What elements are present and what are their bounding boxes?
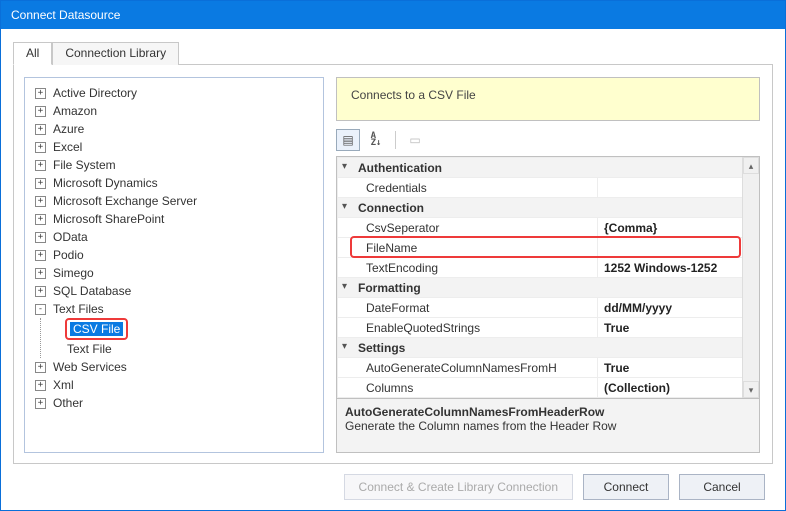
provider-description: Connects to a CSV File xyxy=(336,77,760,121)
connect-create-library-button: Connect & Create Library Connection xyxy=(344,474,573,500)
property-description-header: AutoGenerateColumnNamesFromHeaderRow xyxy=(345,405,751,419)
tree-item-text-files[interactable]: -Text Files xyxy=(35,300,321,318)
scroll-up-icon[interactable]: ▴ xyxy=(743,157,759,174)
cancel-button[interactable]: Cancel xyxy=(679,474,765,500)
plus-icon[interactable]: + xyxy=(35,142,46,153)
tabs-bar: All Connection Library xyxy=(13,41,773,65)
az-sort-icon: AZ↓ xyxy=(371,133,382,147)
datasource-tree[interactable]: +Active Directory +Amazon +Azure +Excel … xyxy=(24,77,324,453)
tree-item-microsoft-dynamics[interactable]: +Microsoft Dynamics xyxy=(35,174,321,192)
tree-item-microsoft-sharepoint[interactable]: +Microsoft SharePoint xyxy=(35,210,321,228)
property-description-body: Generate the Column names from the Heade… xyxy=(345,419,751,433)
plus-icon[interactable]: + xyxy=(35,178,46,189)
tree-item-sql-database[interactable]: +SQL Database xyxy=(35,282,321,300)
tree-item-podio[interactable]: +Podio xyxy=(35,246,321,264)
plus-icon[interactable]: + xyxy=(35,88,46,99)
plus-icon[interactable]: + xyxy=(35,196,46,207)
scroll-down-icon[interactable]: ▾ xyxy=(743,381,759,398)
vertical-scrollbar[interactable]: ▴ ▾ xyxy=(742,157,759,398)
property-description-box: AutoGenerateColumnNamesFromHeaderRow Gen… xyxy=(337,398,759,452)
property-pages-icon: ▭ xyxy=(409,133,420,147)
tree-item-microsoft-exchange-server[interactable]: +Microsoft Exchange Server xyxy=(35,192,321,210)
prop-auto-generate-column-names-value[interactable]: True xyxy=(598,358,759,378)
plus-icon[interactable]: + xyxy=(35,250,46,261)
tree-item-simego[interactable]: +Simego xyxy=(35,264,321,282)
prop-enable-quoted-strings-value[interactable]: True xyxy=(598,318,759,338)
tree-item-xml[interactable]: +Xml xyxy=(35,376,321,394)
plus-icon[interactable]: + xyxy=(35,160,46,171)
tree-item-odata[interactable]: +OData xyxy=(35,228,321,246)
chevron-down-icon[interactable]: ▾ xyxy=(342,281,347,292)
prop-csv-separator-value[interactable]: {Comma} xyxy=(598,218,759,238)
prop-text-encoding[interactable]: TextEncoding xyxy=(338,258,598,278)
tab-connection-library[interactable]: Connection Library xyxy=(52,42,179,65)
category-settings[interactable]: Settings xyxy=(358,341,405,355)
plus-icon[interactable]: + xyxy=(35,398,46,409)
prop-text-encoding-value[interactable]: 1252 Windows-1252 xyxy=(598,258,759,278)
plus-icon[interactable]: + xyxy=(35,214,46,225)
plus-icon[interactable]: + xyxy=(35,286,46,297)
prop-date-format[interactable]: DateFormat xyxy=(338,298,598,318)
prop-date-format-value[interactable]: dd/MM/yyyy xyxy=(598,298,759,318)
property-grid[interactable]: ▾Authentication Credentials ▾Connection … xyxy=(336,156,760,453)
tree-item-text-file[interactable]: Text File xyxy=(49,340,321,358)
tree-item-active-directory[interactable]: +Active Directory xyxy=(35,84,321,102)
categorized-view-button[interactable]: ▤ xyxy=(336,129,360,151)
toolbar-separator xyxy=(395,131,396,149)
prop-enable-quoted-strings[interactable]: EnableQuotedStrings xyxy=(338,318,598,338)
plus-icon[interactable]: + xyxy=(35,232,46,243)
connect-button[interactable]: Connect xyxy=(583,474,669,500)
tree-item-excel[interactable]: +Excel xyxy=(35,138,321,156)
tab-all[interactable]: All xyxy=(13,42,52,65)
plus-icon[interactable]: + xyxy=(35,124,46,135)
plus-icon[interactable]: + xyxy=(35,268,46,279)
prop-filename[interactable]: FileName xyxy=(338,238,598,258)
prop-filename-value[interactable] xyxy=(598,238,759,258)
prop-credentials[interactable]: Credentials xyxy=(338,178,598,198)
minus-icon[interactable]: - xyxy=(35,304,46,315)
prop-credentials-value[interactable] xyxy=(598,178,759,198)
chevron-down-icon[interactable]: ▾ xyxy=(342,341,347,352)
category-formatting[interactable]: Formatting xyxy=(358,281,421,295)
plus-icon[interactable]: + xyxy=(35,106,46,117)
tree-indent xyxy=(49,324,60,335)
tree-item-other[interactable]: +Other xyxy=(35,394,321,412)
categorized-icon: ▤ xyxy=(342,133,353,147)
prop-csv-separator[interactable]: CsvSeperator xyxy=(338,218,598,238)
property-toolbar: ▤ AZ↓ ▭ xyxy=(336,127,760,153)
category-connection[interactable]: Connection xyxy=(358,201,424,215)
tree-item-amazon[interactable]: +Amazon xyxy=(35,102,321,120)
chevron-down-icon[interactable]: ▾ xyxy=(342,201,347,212)
prop-auto-generate-column-names[interactable]: AutoGenerateColumnNamesFromH xyxy=(338,358,598,378)
chevron-down-icon[interactable]: ▾ xyxy=(342,161,347,172)
window-title: Connect Datasource xyxy=(1,1,785,29)
annotation-selected-tree-item: CSV File xyxy=(65,318,128,340)
prop-columns-value[interactable]: (Collection) xyxy=(598,378,759,398)
category-authentication[interactable]: Authentication xyxy=(358,161,442,175)
property-pages-button[interactable]: ▭ xyxy=(403,129,427,151)
tree-item-azure[interactable]: +Azure xyxy=(35,120,321,138)
tree-indent xyxy=(49,344,60,355)
prop-columns[interactable]: Columns xyxy=(338,378,598,398)
plus-icon[interactable]: + xyxy=(35,362,46,373)
tree-item-file-system[interactable]: +File System xyxy=(35,156,321,174)
tree-item-csv-file[interactable]: CSV File xyxy=(49,318,321,340)
alphabetical-view-button[interactable]: AZ↓ xyxy=(364,129,388,151)
plus-icon[interactable]: + xyxy=(35,380,46,391)
tree-item-web-services[interactable]: +Web Services xyxy=(35,358,321,376)
